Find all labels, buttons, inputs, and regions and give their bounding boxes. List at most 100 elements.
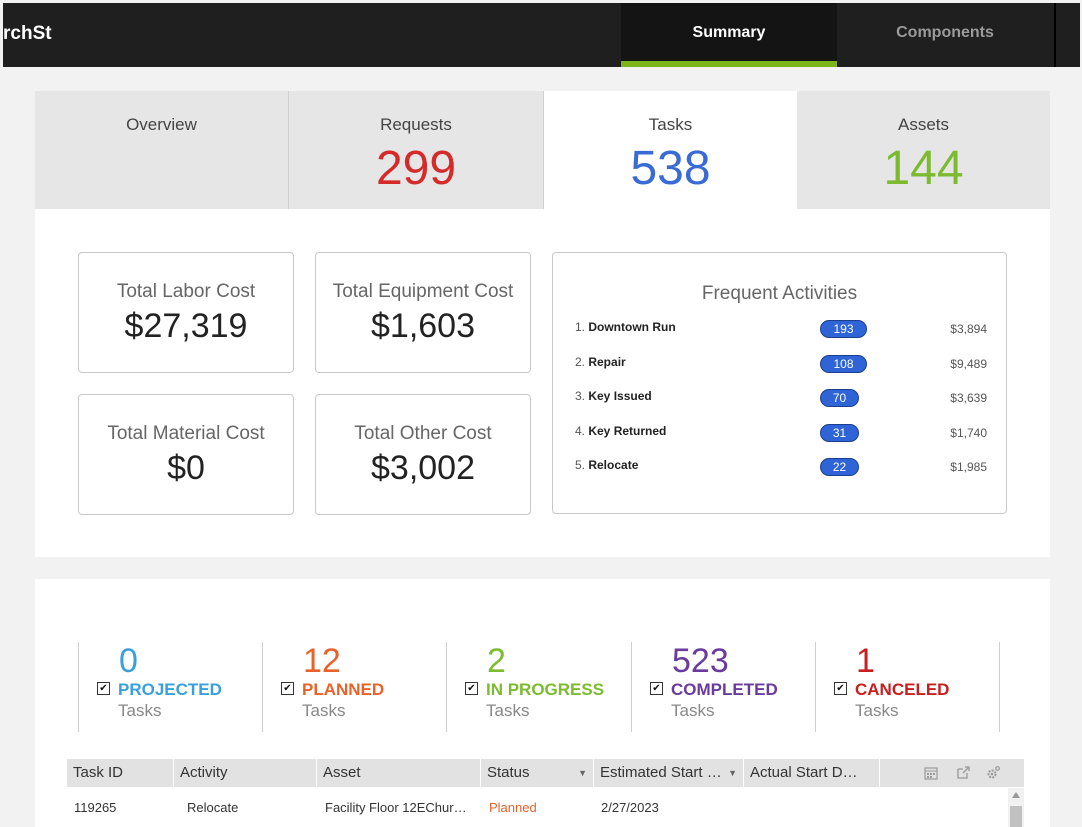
cost-label: Total Equipment Cost	[332, 281, 514, 302]
top-bar: rchSt Summary Components	[3, 3, 1080, 67]
status-filter-completed[interactable]: 523 ✔ COMPLETED Tasks	[631, 642, 815, 732]
equipment-cost-card: Total Equipment Cost $1,603	[315, 252, 531, 373]
column-header-actual-start[interactable]: Actual Start D…	[744, 759, 880, 787]
status-count: 1	[856, 642, 875, 680]
column-header-status[interactable]: Status ▼	[481, 759, 594, 787]
status-subtitle: Tasks	[118, 701, 162, 720]
activity-count-badge: 31	[820, 424, 859, 442]
cost-label: Total Material Cost	[107, 423, 265, 444]
gear-icon[interactable]	[985, 765, 1001, 781]
column-header-task-id[interactable]: Task ID	[67, 759, 174, 787]
column-header-label: Estimated Start …	[600, 764, 722, 781]
activity-count-badge: 108	[820, 355, 867, 373]
activity-amount: $3,894	[950, 322, 987, 336]
column-header-asset[interactable]: Asset	[317, 759, 481, 787]
cell-estimated-start: 2/27/2023	[601, 800, 659, 815]
calendar-icon[interactable]	[923, 765, 939, 781]
status-name: PLANNED	[302, 680, 385, 699]
status-subtitle: Tasks	[671, 701, 715, 720]
activity-count-badge: 70	[820, 389, 859, 407]
status-count: 0	[119, 642, 138, 680]
tab-summary[interactable]: Summary	[621, 3, 837, 67]
status-checkbox[interactable]: ✔	[97, 682, 110, 695]
activity-row[interactable]: 4. Key Returned 31 $1,740	[575, 424, 987, 448]
status-filter-in-progress[interactable]: 2 ✔ IN PROGRESS Tasks	[446, 642, 631, 732]
kpi-value-requests: 299	[375, 142, 457, 195]
kpi-label: Assets	[897, 115, 950, 134]
status-name: PROJECTED	[118, 680, 222, 699]
activity-name: Relocate	[588, 458, 639, 472]
status-checkbox[interactable]: ✔	[281, 682, 294, 695]
cost-value: $27,319	[124, 307, 248, 345]
chevron-down-icon[interactable]: ▼	[728, 759, 737, 787]
grid-scrollbar[interactable]	[1008, 788, 1024, 827]
cell-asset: Facility Floor 12EChur…	[325, 800, 467, 815]
cost-value: $3,002	[371, 449, 475, 487]
activity-count-badge: 22	[820, 458, 859, 476]
tab-components[interactable]: Components	[837, 3, 1053, 67]
activity-index: 4.	[575, 424, 589, 438]
app-brand: rchSt	[3, 23, 52, 44]
tasks-panel: 0 ✔ PROJECTED Tasks 12 ✔ PLANNED Tasks 2…	[35, 579, 1050, 827]
activity-row[interactable]: 3. Key Issued 70 $3,639	[575, 389, 987, 413]
activity-amount: $3,639	[950, 391, 987, 405]
kpi-label: Requests	[380, 115, 452, 134]
frequent-activities-card: Frequent Activities 1. Downtown Run 193 …	[552, 252, 1007, 514]
cost-label: Total Labor Cost	[116, 281, 256, 302]
cost-value: $1,603	[371, 307, 475, 345]
other-cost-card: Total Other Cost $3,002	[315, 394, 531, 515]
material-cost-card: Total Material Cost $0	[78, 394, 294, 515]
column-header-estimated-start[interactable]: Estimated Start … ▼	[594, 759, 744, 787]
status-name: CANCELED	[855, 680, 950, 699]
scroll-thumb[interactable]	[1010, 806, 1022, 827]
activity-count-badge: 193	[820, 320, 867, 338]
status-checkbox[interactable]: ✔	[834, 682, 847, 695]
status-checkbox[interactable]: ✔	[650, 682, 663, 695]
column-header-activity[interactable]: Activity	[174, 759, 317, 787]
cell-task-id: 119265	[74, 800, 117, 815]
activity-index: 3.	[575, 389, 589, 403]
cell-status: Planned	[489, 800, 537, 815]
chevron-down-icon[interactable]: ▼	[578, 759, 587, 787]
activity-row[interactable]: 5. Relocate 22 $1,985	[575, 458, 987, 482]
status-name: IN PROGRESS	[486, 680, 605, 699]
cost-label: Total Other Cost	[354, 423, 492, 444]
cell-activity: Relocate	[187, 800, 239, 815]
kpi-tab-assets[interactable]: Assets 144	[797, 91, 1050, 209]
activity-index: 5.	[575, 458, 589, 472]
activity-row[interactable]: 1. Downtown Run 193 $3,894	[575, 320, 987, 344]
kpi-tabs: Overview Requests 299 Tasks 538 Assets 1…	[35, 91, 1050, 209]
kpi-label: Tasks	[648, 115, 693, 134]
activity-name: Key Issued	[588, 389, 652, 403]
status-subtitle: Tasks	[855, 701, 899, 720]
activity-amount: $1,985	[950, 460, 987, 474]
status-filter-planned[interactable]: 12 ✔ PLANNED Tasks	[262, 642, 446, 732]
cost-value: $0	[167, 449, 205, 487]
status-subtitle: Tasks	[302, 701, 346, 720]
status-name: COMPLETED	[671, 680, 778, 699]
kpi-label: Overview	[126, 115, 197, 134]
activity-row[interactable]: 2. Repair 108 $9,489	[575, 355, 987, 379]
cost-summary-panel: Total Labor Cost $27,319 Total Equipment…	[35, 209, 1050, 557]
scroll-up-arrow[interactable]	[1012, 792, 1020, 798]
column-header-label: Status	[487, 764, 530, 781]
frequent-activities-title: Frequent Activities	[701, 283, 858, 304]
activity-name: Repair	[588, 355, 626, 369]
activity-amount: $9,489	[950, 357, 987, 371]
status-count: 2	[487, 642, 506, 680]
kpi-tab-tasks[interactable]: Tasks 538	[544, 91, 797, 209]
task-grid-header: Task ID Activity Asset Status ▼ Estimate…	[67, 759, 1024, 787]
kpi-tab-requests[interactable]: Requests 299	[289, 91, 544, 209]
table-row[interactable]: 119265 Relocate Facility Floor 12EChur… …	[67, 795, 1024, 821]
status-count: 12	[303, 642, 341, 680]
kpi-tab-overview[interactable]: Overview	[35, 91, 289, 209]
status-subtitle: Tasks	[486, 701, 530, 720]
status-checkbox[interactable]: ✔	[465, 682, 478, 695]
status-filter-projected[interactable]: 0 ✔ PROJECTED Tasks	[78, 642, 262, 732]
activity-index: 1.	[575, 320, 589, 334]
status-filter-canceled[interactable]: 1 ✔ CANCELED Tasks	[815, 642, 1000, 732]
kpi-value-tasks: 538	[630, 142, 711, 195]
labor-cost-card: Total Labor Cost $27,319	[78, 252, 294, 373]
external-link-icon[interactable]	[955, 765, 971, 781]
kpi-value-assets: 144	[883, 142, 964, 195]
